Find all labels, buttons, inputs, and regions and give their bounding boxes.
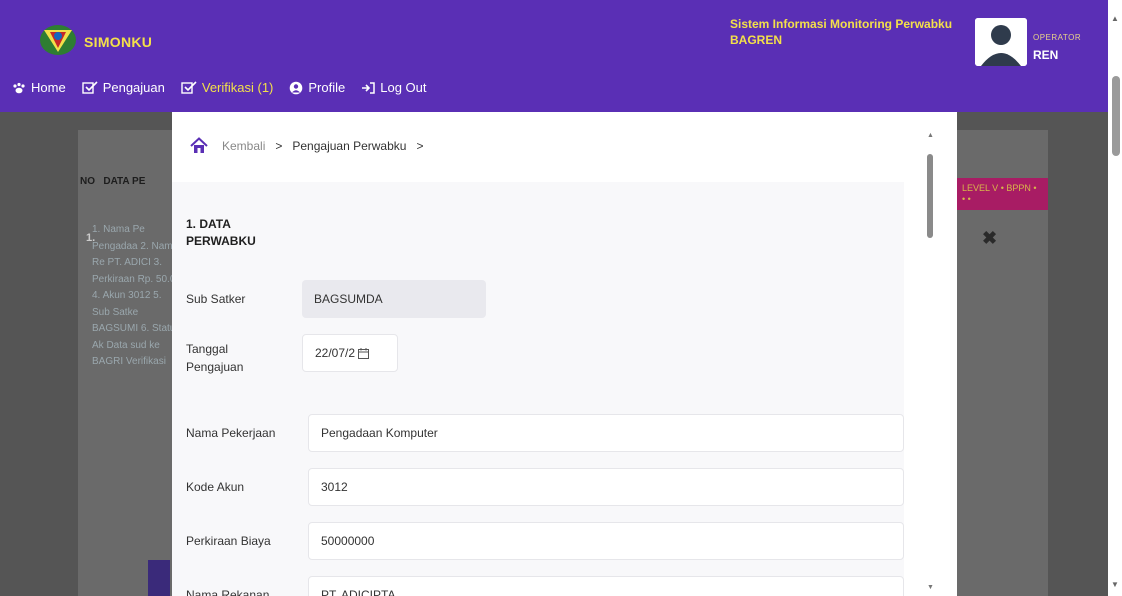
col-no: NO: [80, 176, 95, 187]
sub-satker-field: BAGSUMDA: [302, 280, 486, 318]
breadcrumb: Kembali > Pengajuan Perwabku >: [190, 137, 433, 155]
nav-logout-label: Log Out: [380, 80, 427, 95]
home-icon[interactable]: [190, 137, 208, 155]
section-title: 1. DATA PERWABKU: [186, 217, 256, 248]
scroll-down-arrow-icon[interactable]: ▼: [1111, 580, 1119, 589]
nav-logout[interactable]: Log Out: [361, 80, 427, 95]
breadcrumb-separator: >: [416, 139, 424, 153]
logout-icon: [362, 81, 375, 94]
modal-scroll-up-icon[interactable]: ▲: [927, 132, 934, 139]
logo-icon: [38, 22, 82, 58]
avatar[interactable]: [975, 18, 1027, 66]
top-header: SIMONKU Sistem Informasi Monitoring Perw…: [0, 0, 1108, 112]
username: REN: [1033, 48, 1059, 62]
pengajuan-modal: Kembali > Pengajuan Perwabku > 1. DATA P…: [172, 112, 957, 596]
user-avatar-icon: [975, 18, 1027, 66]
brand-name[interactable]: SIMONKU: [84, 34, 152, 50]
system-title: Sistem Informasi Monitoring Perwabku BAG…: [730, 17, 953, 47]
background-table-header: NO DATA PE: [80, 176, 145, 187]
tanggal-pengajuan-value: 22/07/2: [315, 346, 356, 360]
calendar-icon[interactable]: [358, 347, 370, 359]
nama-pekerjaan-input[interactable]: Pengadaan Komputer: [308, 414, 904, 452]
nav-verifikasi[interactable]: Verifikasi (1): [181, 80, 274, 95]
label-tanggal-pengajuan: Tanggal Pengajuan: [186, 342, 244, 374]
user-circle-icon: [290, 81, 303, 94]
nama-rekanan-value: PT. ADICIPTA: [321, 588, 396, 596]
close-status-icon: ✖: [982, 228, 998, 248]
label-sub-satker: Sub Satker: [186, 292, 246, 306]
scroll-up-arrow-icon[interactable]: ▲: [1111, 14, 1119, 23]
nav-profile[interactable]: Profile: [289, 80, 345, 95]
kode-akun-value: 3012: [321, 480, 348, 494]
label-kode-akun: Kode Akun: [186, 480, 245, 494]
breadcrumb-back[interactable]: Kembali: [222, 139, 265, 153]
breadcrumb-separator: >: [275, 139, 283, 153]
modal-scrollbar[interactable]: ▲ ▼: [924, 132, 936, 596]
perkiraan-biaya-input[interactable]: 50000000: [308, 522, 904, 560]
check-square-icon: [181, 81, 197, 94]
label-perkiraan-biaya: Perkiraan Biaya: [186, 534, 271, 548]
perkiraan-biaya-value: 50000000: [321, 534, 375, 548]
level-badge: LEVEL V • BPPN • • •: [956, 178, 1048, 210]
nav-pengajuan-label: Pengajuan: [102, 80, 165, 95]
nav-home[interactable]: Home: [12, 80, 66, 95]
check-square-icon: [81, 81, 98, 94]
sub-satker-value: BAGSUMDA: [314, 292, 383, 306]
tanggal-pengajuan-field[interactable]: 22/07/2: [302, 334, 398, 372]
kode-akun-input[interactable]: 3012: [308, 468, 904, 506]
nav-home-label: Home: [31, 80, 66, 95]
modal-scroll-thumb[interactable]: [927, 154, 933, 238]
window-scroll-thumb[interactable]: [1112, 76, 1120, 156]
col-data: DATA PE: [103, 176, 146, 187]
nav-profile-label: Profile: [308, 80, 346, 95]
nama-pekerjaan-value: Pengadaan Komputer: [321, 426, 438, 440]
modal-scroll-down-icon[interactable]: ▼: [927, 584, 934, 591]
background-action-button: [148, 560, 170, 596]
background-row-text: 1. Nama Pe Pengadaa 2. Nama Re PT. ADICI…: [92, 224, 181, 367]
label-nama-rekanan: Nama Rekanan: [186, 588, 270, 596]
user-role: OPERATOR: [1033, 33, 1082, 42]
form-panel: 1. DATA PERWABKU Sub Satker BAGSUMDA Tan…: [172, 182, 904, 596]
nama-rekanan-input[interactable]: PT. ADICIPTA: [308, 576, 904, 596]
nav-pengajuan[interactable]: Pengajuan: [81, 80, 165, 95]
nav-verifikasi-label: Verifikasi (1): [201, 80, 274, 95]
breadcrumb-current: Pengajuan Perwabku: [292, 139, 407, 153]
label-nama-pekerjaan: Nama Pekerjaan: [186, 426, 276, 440]
main-nav: Home Pengajuan Verifikasi (1) Profile Lo…: [12, 80, 443, 95]
paw-icon: [13, 82, 25, 93]
